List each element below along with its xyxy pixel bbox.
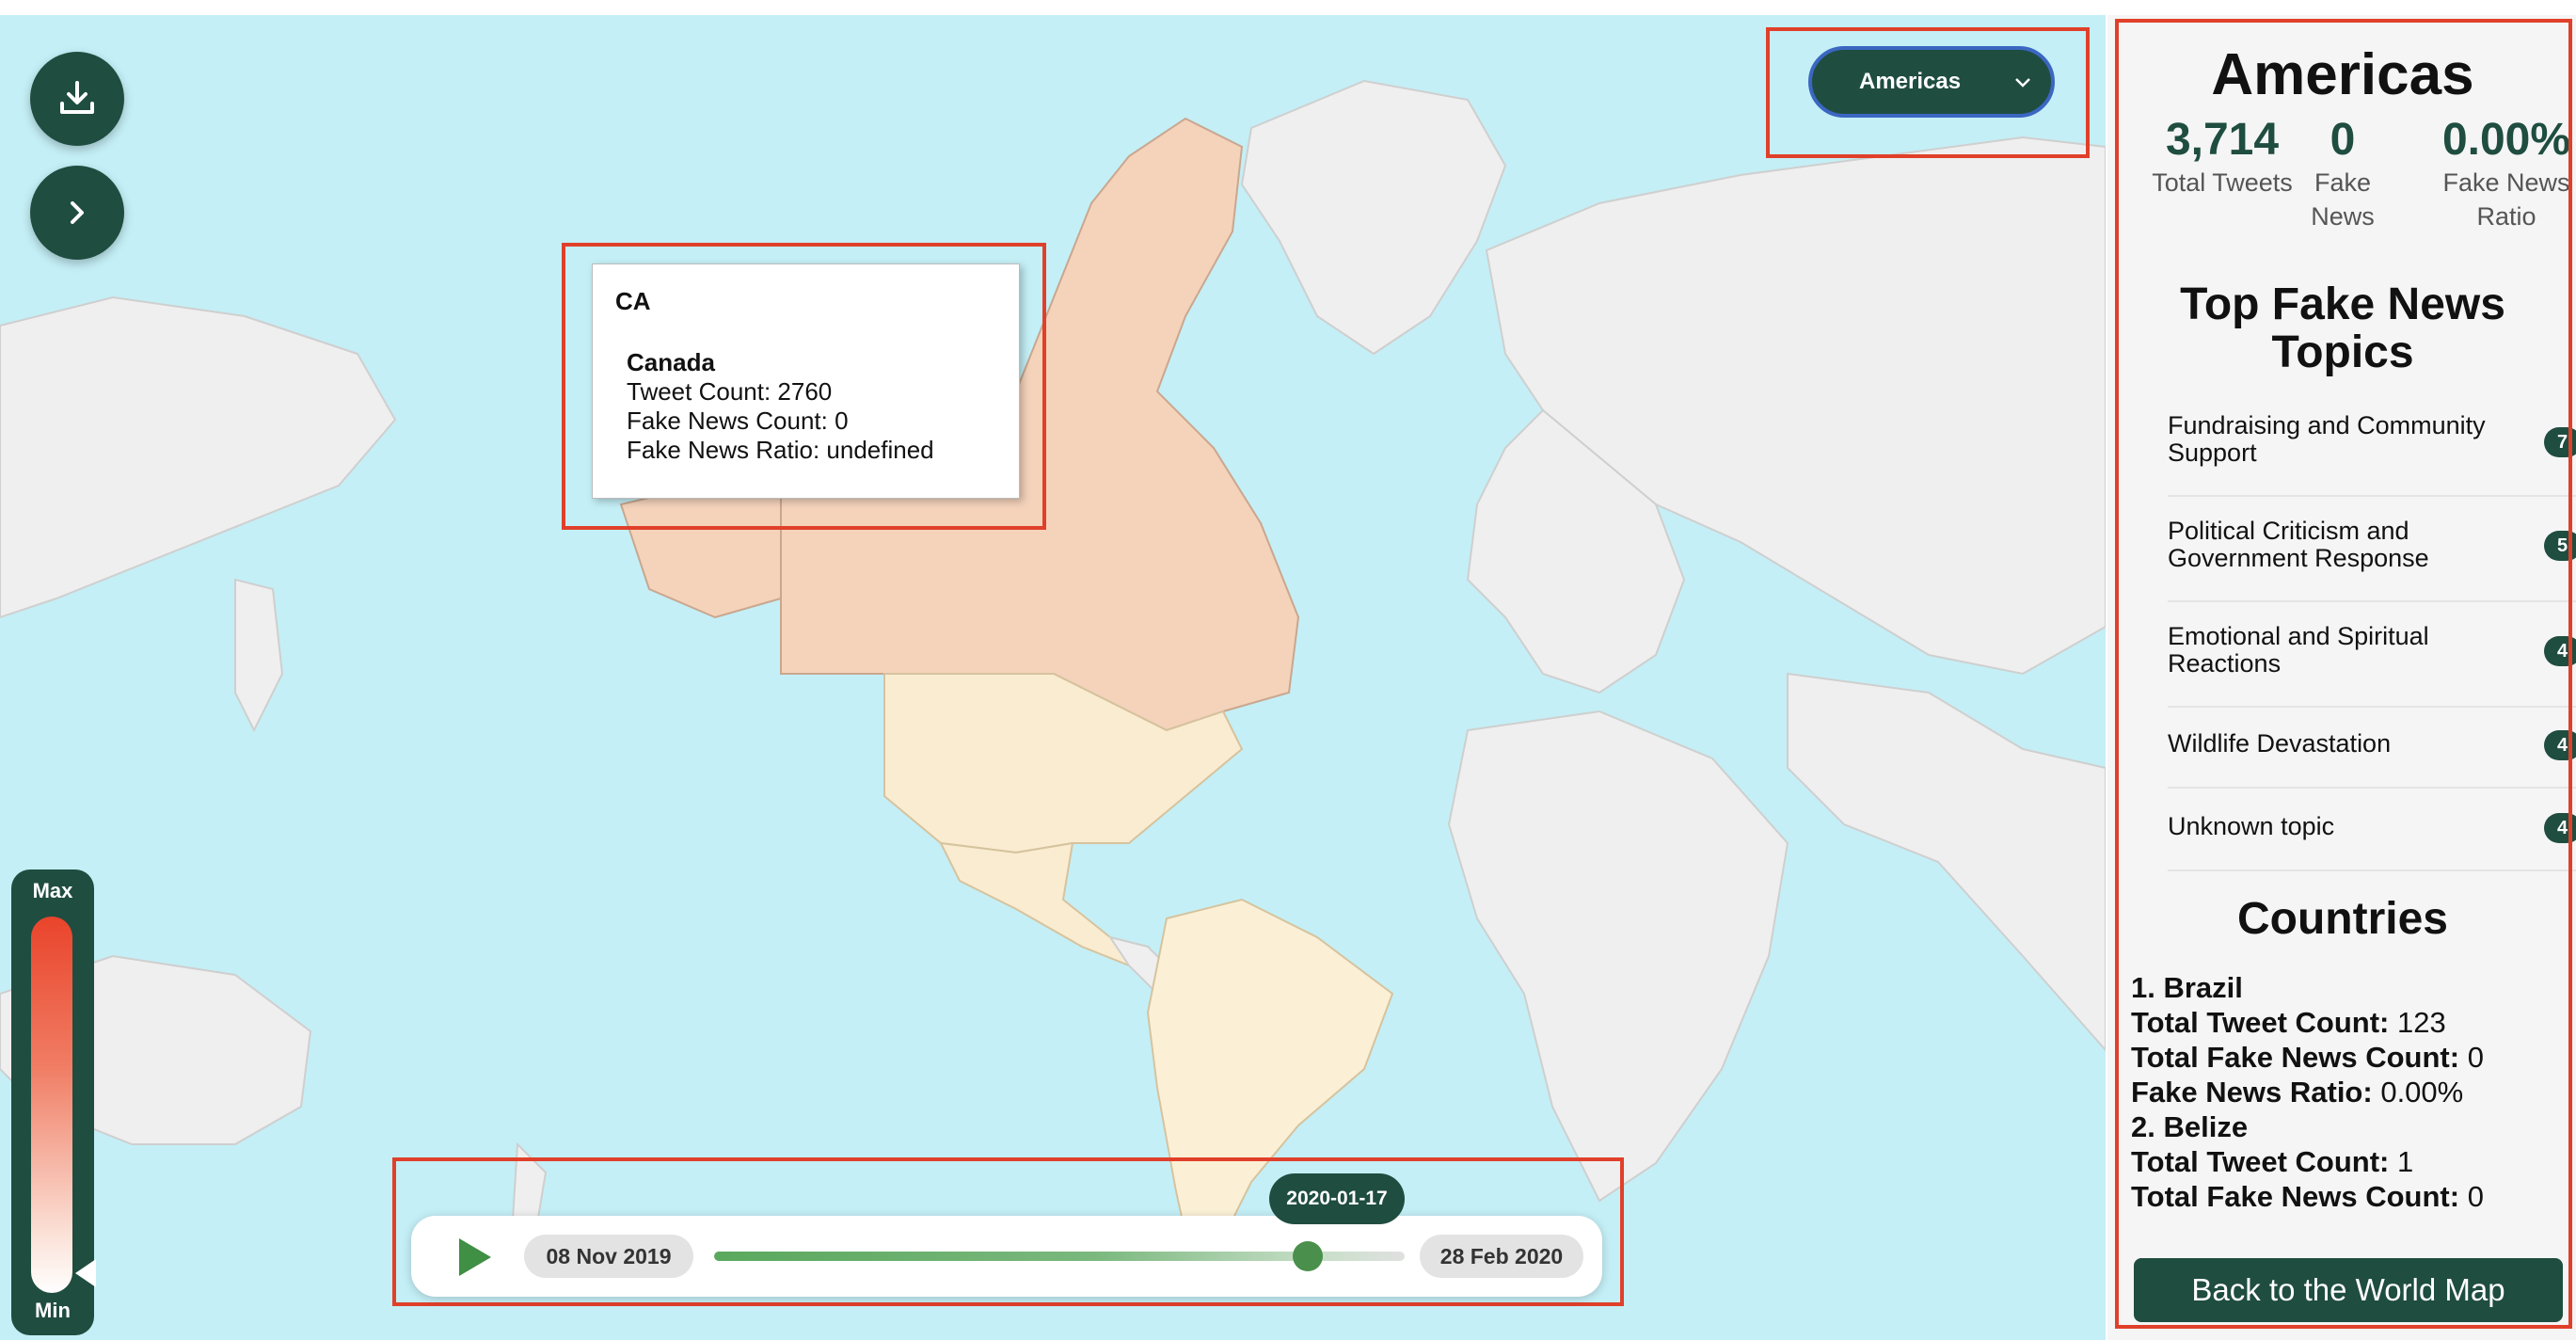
country-tooltip: CA Canada Tweet Count: 2760 Fake News Co…: [592, 263, 1020, 499]
world-map[interactable]: Max Min: [0, 15, 2106, 1340]
tooltip-tweet-count: Tweet Count: 2760: [627, 377, 833, 406]
chevron-right-icon: [71, 201, 84, 224]
chevron-down-icon: [2015, 78, 2030, 88]
tooltip-fake-news-ratio: Fake News Ratio: undefined: [627, 436, 934, 464]
timeline-end-date: 28 Feb 2020: [1420, 1235, 1583, 1278]
play-icon[interactable]: [453, 1236, 495, 1278]
country-greenland[interactable]: [1240, 79, 1507, 356]
tooltip-country-code: CA: [615, 287, 651, 315]
color-legend: Max Min: [11, 869, 96, 1335]
expand-panel-button[interactable]: [30, 166, 124, 260]
timeline-control: 08 Nov 2019 28 Feb 2020: [411, 1216, 1602, 1297]
legend-max-label: Max: [32, 879, 73, 902]
legend-marker-icon: [75, 1259, 96, 1287]
highlight-panel: [2115, 19, 2572, 1329]
download-icon: [60, 81, 94, 114]
download-button[interactable]: [30, 52, 124, 146]
timeline-start-date: 08 Nov 2019: [524, 1235, 693, 1278]
timeline-slider-handle[interactable]: [1293, 1241, 1324, 1271]
tooltip-country-name: Canada: [627, 348, 715, 376]
world-map-shapes[interactable]: [0, 15, 2106, 1340]
country-africa[interactable]: [1447, 710, 1789, 1203]
tooltip-fake-news-count: Fake News Count: 0: [627, 407, 849, 435]
timeline-current-date: 2020-01-17: [1269, 1173, 1405, 1224]
country-japan[interactable]: [234, 578, 284, 733]
region-dropdown-value: Americas: [1859, 69, 1962, 94]
country-asia-south[interactable]: [1787, 672, 2106, 1052]
legend-gradient-bar: [31, 917, 72, 1293]
country-russia-east[interactable]: [0, 295, 397, 619]
region-dropdown[interactable]: Americas: [1808, 46, 2055, 118]
legend-min-label: Min: [35, 1299, 71, 1322]
